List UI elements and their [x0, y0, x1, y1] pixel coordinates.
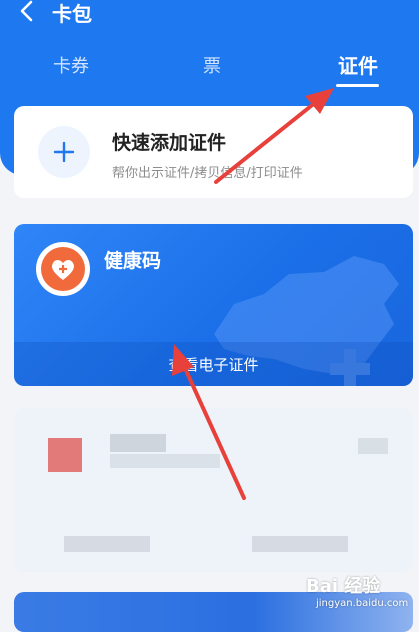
add-button-circle[interactable]: [38, 126, 90, 178]
health-code-card[interactable]: 健康码 查看电子证件: [14, 224, 413, 386]
heart-plus-icon: [41, 247, 85, 291]
baidu-watermark: Bai 经验 jingyan.baidu.com: [300, 570, 412, 618]
blurred-text: [358, 438, 388, 454]
blurred-text: [252, 536, 348, 552]
tab-coupons[interactable]: 卡券: [53, 52, 89, 78]
health-code-logo: [36, 242, 90, 296]
plus-icon: [53, 141, 75, 163]
watermark-sub: jingyan.baidu.com: [316, 598, 409, 609]
back-arrow-icon[interactable]: [18, 0, 38, 24]
view-electronic-document-link[interactable]: 查看电子证件: [14, 354, 413, 375]
watermark-main: Bai 经验: [306, 576, 381, 597]
tab-tickets[interactable]: 票: [203, 52, 221, 78]
health-card-footer: 查看电子证件: [14, 342, 413, 386]
tab-documents[interactable]: 证件: [338, 50, 378, 79]
blurred-id-card[interactable]: [14, 408, 413, 572]
blurred-text: [110, 434, 166, 452]
blurred-card-logo: [48, 438, 82, 472]
quick-add-title: 快速添加证件: [112, 132, 227, 154]
blurred-text: [64, 536, 150, 552]
quick-add-document-card[interactable]: 快速添加证件 帮你出示证件/拷贝信息/打印证件: [14, 106, 413, 198]
blurred-text: [110, 454, 220, 468]
health-code-title: 健康码: [104, 250, 162, 272]
page-title: 卡包: [52, 2, 92, 26]
quick-add-subtitle: 帮你出示证件/拷贝信息/打印证件: [112, 166, 303, 181]
tab-active-indicator: [336, 84, 379, 87]
top-bar: 卡包: [0, 0, 419, 26]
